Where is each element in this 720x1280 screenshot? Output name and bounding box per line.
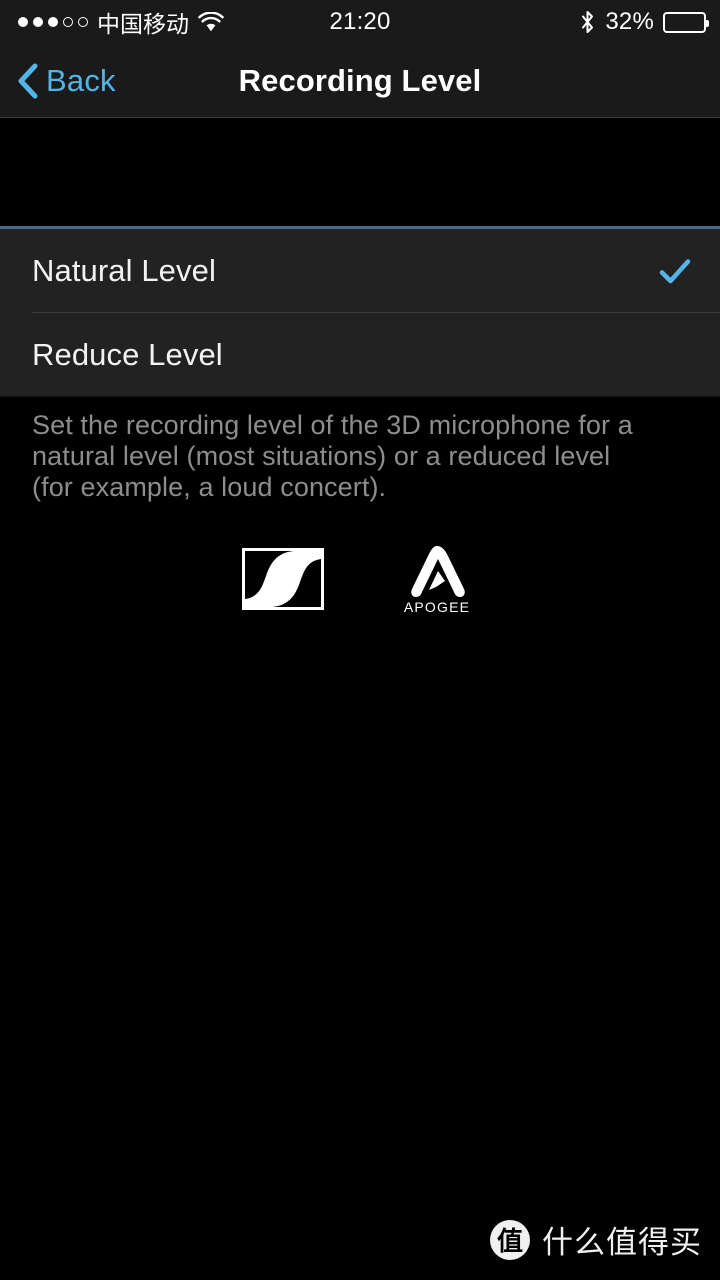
signal-strength-dots xyxy=(18,17,88,27)
signal-dot-1 xyxy=(18,17,28,27)
phone-screen: 中国移动 21:20 32% Back Recording Level Natu… xyxy=(0,0,720,1280)
bluetooth-icon xyxy=(579,10,596,34)
signal-dot-4 xyxy=(63,17,73,27)
battery-percent-label: 32% xyxy=(605,8,654,35)
apogee-logo: APOGEE xyxy=(398,543,476,615)
signal-dot-3 xyxy=(48,17,58,27)
section-footer-description: Set the recording level of the 3D microp… xyxy=(32,410,633,502)
list-item-reduce-level[interactable]: Reduce Level xyxy=(0,313,720,397)
sennheiser-logo xyxy=(242,548,324,610)
content-spacer xyxy=(0,119,720,226)
list-item-label: Natural Level xyxy=(32,253,216,288)
watermark: 值 什么值得买 xyxy=(490,1217,702,1262)
list-item-label: Reduce Level xyxy=(32,337,223,372)
clock-label: 21:20 xyxy=(329,8,391,35)
checkmark-icon xyxy=(658,254,692,288)
list-section-bottom-divider xyxy=(0,396,720,397)
page-title: Recording Level xyxy=(238,62,482,98)
carrier-label: 中国移动 xyxy=(97,12,189,38)
brand-logos: APOGEE xyxy=(0,543,720,623)
watermark-badge-icon: 值 xyxy=(490,1219,530,1260)
signal-dot-2 xyxy=(33,17,43,27)
apogee-wordmark: APOGEE xyxy=(404,599,470,615)
battery-icon xyxy=(663,11,709,33)
signal-dot-5 xyxy=(78,17,88,27)
list-item-natural-level[interactable]: Natural Level xyxy=(0,229,720,313)
recording-level-option-list: Natural Level Reduce Level xyxy=(0,229,720,397)
watermark-text: 什么值得买 xyxy=(542,1225,702,1261)
status-bar-left: 中国移动 xyxy=(0,5,224,39)
status-bar: 中国移动 21:20 32% xyxy=(0,0,720,44)
navigation-bar: Back Recording Level xyxy=(0,44,720,118)
status-bar-right: 32% xyxy=(579,0,709,44)
wifi-icon xyxy=(198,12,224,32)
